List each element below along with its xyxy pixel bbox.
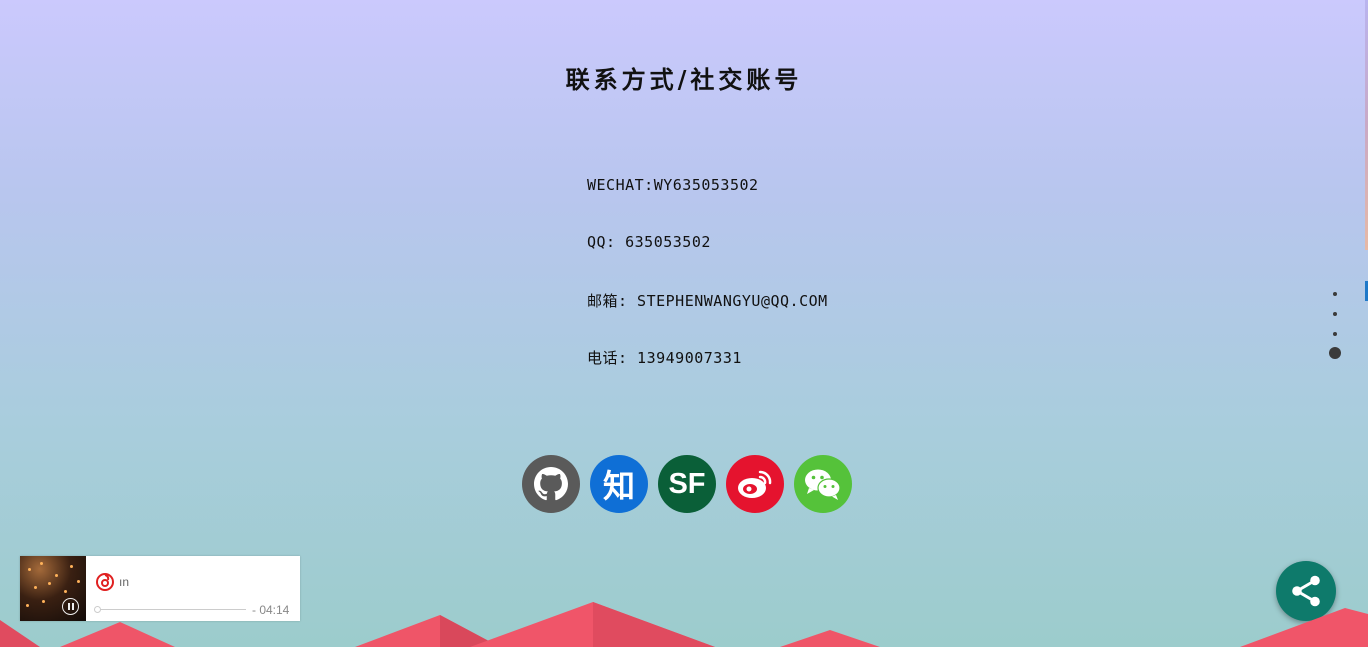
- zhihu-icon: 知: [602, 467, 635, 505]
- social-links: 知 SF: [522, 455, 852, 513]
- github-icon: [534, 467, 568, 501]
- segmentfault-icon: SF: [668, 467, 706, 500]
- section-nav-dot-3[interactable]: [1333, 332, 1337, 336]
- netease-music-icon: [96, 573, 114, 591]
- mountain-decoration: [0, 602, 1368, 647]
- wechat-icon: [805, 469, 841, 500]
- wechat-link[interactable]: [794, 455, 852, 513]
- contact-phone: 电话: 13949007331: [587, 349, 742, 367]
- contact-list: WECHAT:WY635053502 QQ: 635053502 邮箱: STE…: [587, 176, 828, 404]
- segmentfault-link[interactable]: SF: [658, 455, 716, 513]
- song-title: ın: [119, 575, 130, 589]
- section-nav-dot-1[interactable]: [1333, 292, 1337, 296]
- contact-email: 邮箱: STEPHENWANGYU@QQ.COM: [587, 292, 828, 310]
- page-title: 联系方式/社交账号: [565, 65, 803, 95]
- contact-wechat: WECHAT:WY635053502: [587, 176, 759, 194]
- contact-qq: QQ: 635053502: [587, 233, 711, 251]
- weibo-icon: [738, 470, 772, 498]
- zhihu-link[interactable]: 知: [590, 455, 648, 513]
- section-nav-dot-2[interactable]: [1333, 312, 1337, 316]
- weibo-link[interactable]: [726, 455, 784, 513]
- github-link[interactable]: [522, 455, 580, 513]
- section-nav-dot-4-active[interactable]: [1329, 347, 1341, 359]
